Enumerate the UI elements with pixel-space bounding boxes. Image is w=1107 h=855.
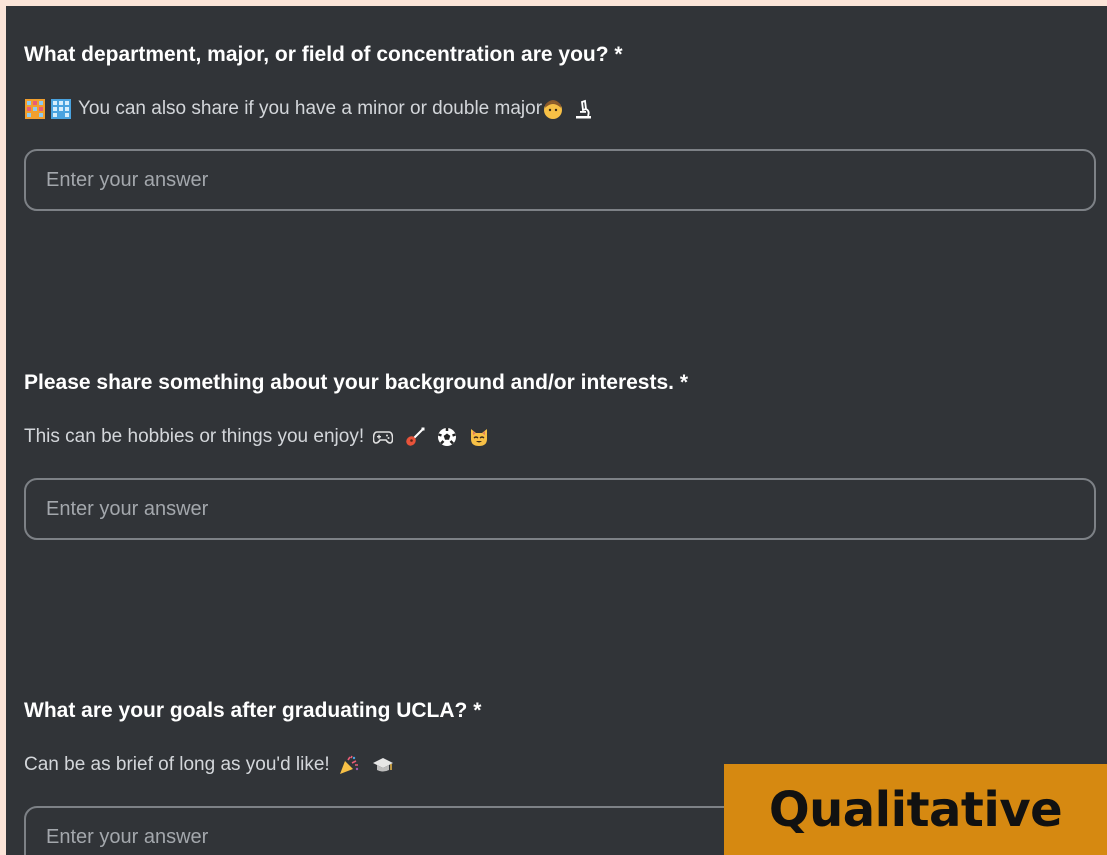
question-background: Please share something about your backgr… (24, 370, 1104, 449)
question-subtitle-text: You can also share if you have a minor o… (78, 98, 543, 119)
question-subtitle: You can also share if you have a minor o… (24, 97, 1104, 121)
question-title: Please share something about your backgr… (24, 371, 688, 394)
office-building-icon (50, 98, 72, 120)
party-popper-icon (338, 754, 360, 776)
soccer-ball-icon (436, 426, 458, 448)
department-answer-input[interactable] (24, 149, 1096, 211)
building-icon (24, 98, 46, 120)
cat-face-icon (468, 426, 490, 448)
question-title: What are your goals after graduating UCL… (24, 699, 482, 722)
form-panel: What department, major, or field of conc… (6, 6, 1107, 855)
background-answer-input[interactable] (24, 478, 1096, 540)
question-department: What department, major, or field of conc… (24, 42, 1104, 121)
question-title: What department, major, or field of conc… (24, 43, 623, 66)
game-controller-icon (372, 426, 394, 448)
qualitative-badge: Qualitative (724, 764, 1107, 855)
graduation-cap-icon (372, 754, 394, 776)
badge-label: Qualitative (768, 781, 1063, 838)
question-subtitle: This can be hobbies or things you enjoy! (24, 425, 1104, 449)
student-face-icon (542, 98, 564, 120)
question-subtitle-text: Can be as brief of long as you'd like! (24, 754, 330, 775)
question-subtitle-text: This can be hobbies or things you enjoy! (24, 426, 365, 447)
microscope-icon (572, 98, 594, 120)
guitar-icon (404, 426, 426, 448)
